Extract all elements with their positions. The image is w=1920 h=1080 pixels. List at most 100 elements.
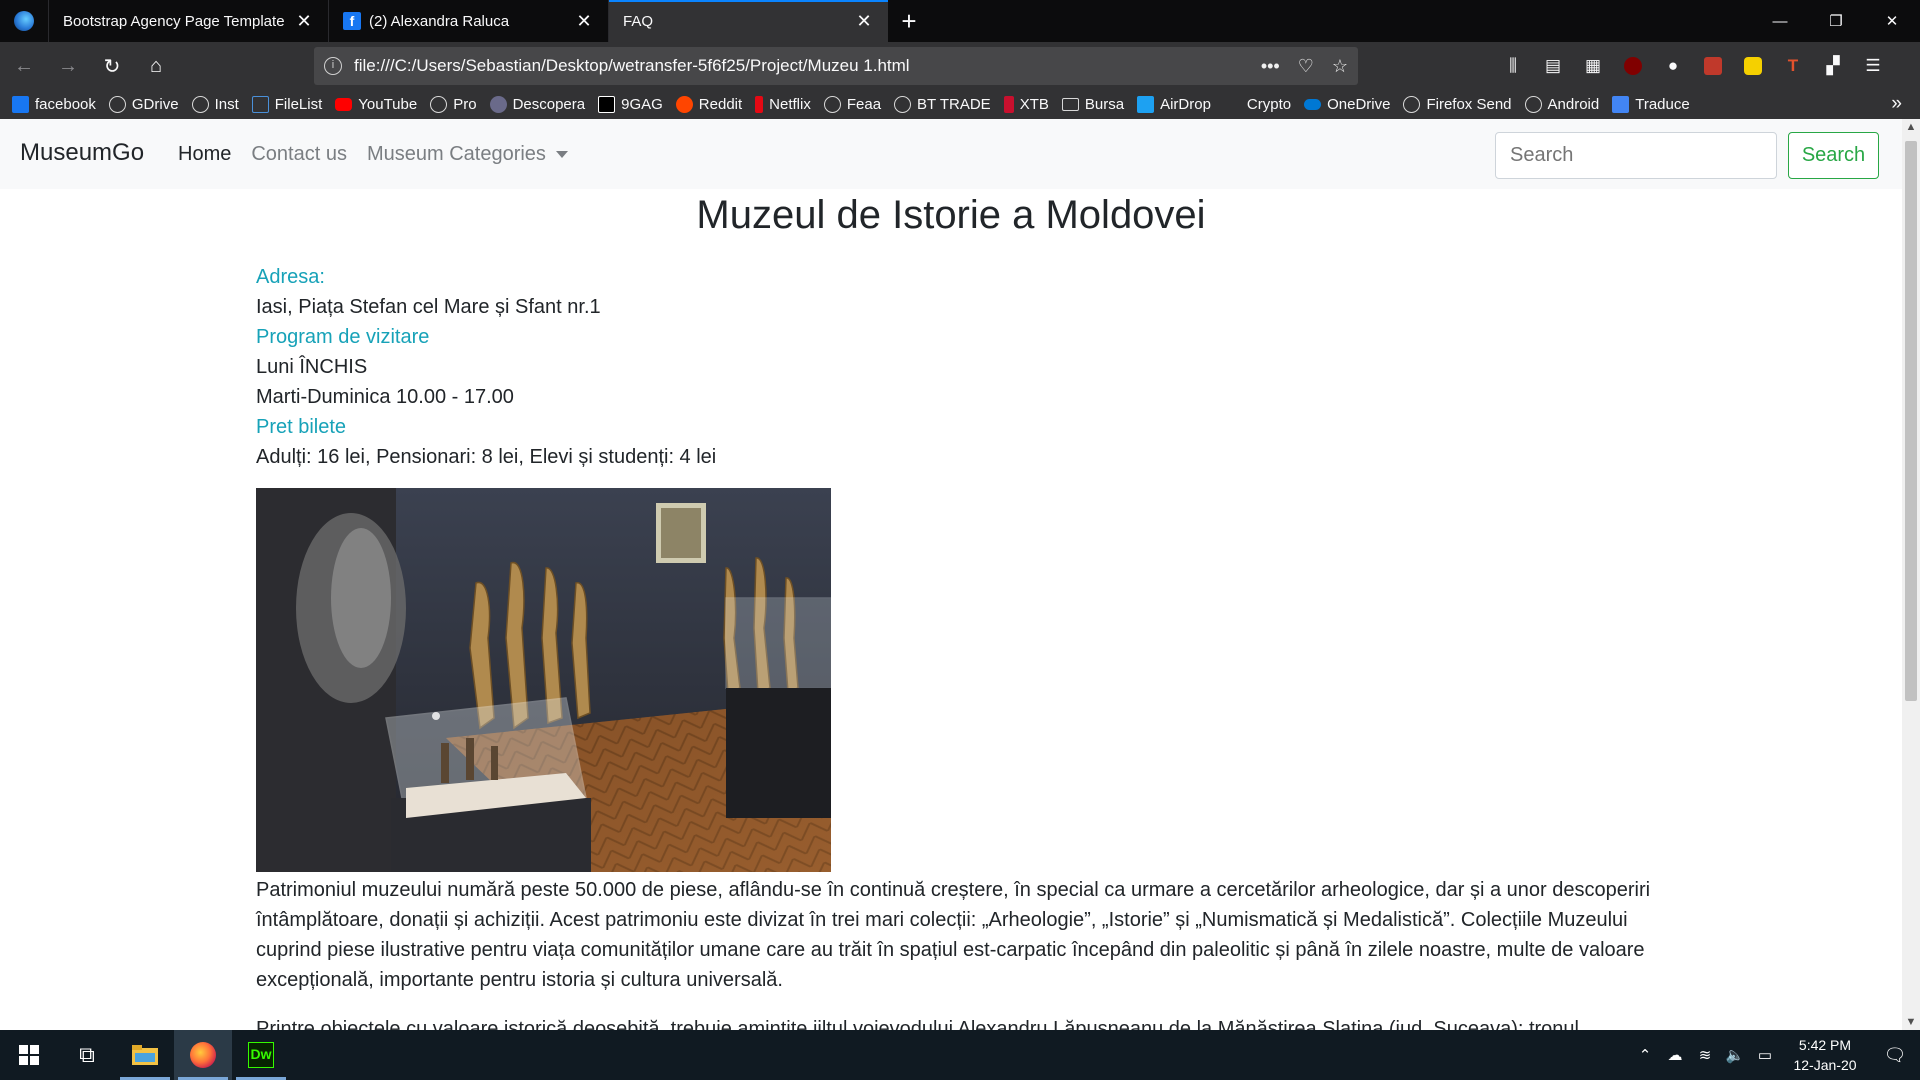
chevron-more-icon[interactable]: » [1891, 93, 1902, 115]
bookmark-airdrop[interactable]: AirDrop [1137, 96, 1211, 113]
page-actions-icon[interactable]: ••• [1261, 56, 1280, 77]
bookmark-android[interactable]: Android [1524, 96, 1599, 113]
library-icon[interactable]: ⫼ [1500, 53, 1526, 79]
airdrop-icon [1137, 96, 1155, 113]
translate-icon [1612, 96, 1630, 113]
museum-info: Adresa: Iasi, Piața Stefan cel Mare și S… [256, 262, 716, 472]
browser-tab-facebook[interactable]: f (2) Alexandra Raluca ✕ [328, 0, 608, 42]
browser-toolbar: ← → ↻ ⌂ i file:///C:/Users/Sebastian/Des… [0, 42, 1920, 90]
chevron-up-icon[interactable]: ⌃ [1630, 1046, 1660, 1064]
globe-icon [430, 96, 448, 113]
bookmark-netflix[interactable]: Netflix [755, 96, 811, 113]
nav-categories-dropdown[interactable]: Museum Categories [367, 143, 568, 166]
new-tab-button[interactable]: + [888, 0, 930, 42]
bookmark-pro[interactable]: Pro [430, 96, 477, 113]
clock[interactable]: 5:42 PM 12-Jan-20 [1780, 1035, 1870, 1075]
bookmark-inst[interactable]: Inst [191, 96, 239, 113]
onedrive-icon [1304, 99, 1322, 110]
bookmark-feaa[interactable]: Feaa [823, 96, 881, 113]
wifi-icon[interactable]: ≋ [1690, 1046, 1720, 1064]
volume-icon[interactable]: 🔈 [1720, 1046, 1750, 1064]
home-icon[interactable]: ⌂ [136, 46, 176, 86]
forward-icon[interactable]: → [48, 46, 88, 86]
caret-down-icon [555, 151, 568, 159]
bookmark-gdrive[interactable]: GDrive [108, 96, 179, 113]
schedule-label: Program de vizitare [256, 326, 430, 348]
bookmark-reddit[interactable]: Reddit [675, 96, 742, 113]
notification-icon[interactable]: 🗨 [1870, 1045, 1920, 1066]
price-label: Pret bilete [256, 416, 347, 438]
museum-description-2: Printre obiectele cu valoare istorică de… [256, 1018, 1579, 1030]
facebook-icon [12, 96, 29, 113]
bookmark-xtb[interactable]: XTB [1003, 96, 1049, 113]
firefox-icon [0, 0, 48, 42]
nav-categories-label: Museum Categories [366, 143, 546, 165]
reload-icon[interactable]: ↻ [92, 46, 132, 86]
dreamweaver-icon[interactable]: Dw [232, 1030, 290, 1080]
url-bar[interactable]: i file:///C:/Users/Sebastian/Desktop/wet… [314, 47, 1358, 85]
clock-time: 5:42 PM [1798, 1037, 1852, 1053]
descopera-icon [489, 96, 507, 113]
back-icon[interactable]: ← [4, 46, 44, 86]
close-window-icon[interactable]: ✕ [1864, 0, 1920, 42]
bookmark-bursa[interactable]: Bursa [1061, 96, 1124, 113]
extension-yellow-icon[interactable] [1740, 53, 1766, 79]
page-scrollbar[interactable]: ▲ ▼ [1902, 119, 1920, 1030]
scroll-down-icon[interactable]: ▼ [1902, 1016, 1920, 1028]
page-viewport: MuseumGo Home Contact us Museum Categori… [0, 119, 1902, 1030]
browser-tab-bar: Bootstrap Agency Page Template ✕ f (2) A… [0, 0, 1920, 42]
onedrive-tray-icon[interactable]: ☁ [1660, 1046, 1690, 1064]
bookmark-filelist[interactable]: FileList [251, 96, 322, 113]
task-view-icon[interactable]: ⧉ [58, 1030, 116, 1080]
bookmark-onedrive[interactable]: OneDrive [1304, 96, 1390, 113]
bookmark-youtube[interactable]: YouTube [335, 96, 417, 113]
clock-date: 12-Jan-20 [1793, 1057, 1857, 1073]
bookmark-9gag[interactable]: 9GAG [598, 96, 663, 113]
bookmark-facebook[interactable]: facebook [12, 96, 96, 113]
globe-icon [1524, 96, 1542, 113]
bookmark-descopera[interactable]: Descopera [489, 96, 585, 113]
site-brand[interactable]: MuseumGo [20, 139, 144, 167]
tab-grid-icon[interactable]: ▦ [1580, 53, 1606, 79]
bookmark-bt-trade[interactable]: BT TRADE [894, 96, 991, 113]
extensions-icon[interactable]: ▞ [1820, 53, 1846, 79]
browser-tab-bootstrap[interactable]: Bootstrap Agency Page Template ✕ [48, 0, 328, 42]
menu-icon[interactable]: ☰ [1860, 53, 1886, 79]
search-input[interactable] [1495, 132, 1777, 179]
scroll-up-icon[interactable]: ▲ [1902, 121, 1920, 133]
windows-start-icon[interactable] [0, 1030, 58, 1080]
close-icon[interactable]: ✕ [854, 11, 874, 32]
bookmark-star-icon[interactable]: ☆ [1332, 56, 1348, 77]
nav-contact[interactable]: Contact us [251, 143, 347, 166]
restore-icon[interactable]: ❐ [1808, 0, 1864, 42]
window-controls: — ❐ ✕ [1752, 0, 1920, 42]
filelist-icon [251, 96, 269, 113]
browser-tab-faq[interactable]: FAQ ✕ [608, 0, 888, 42]
page-title: Muzeul de Istorie a Moldovei [696, 193, 1206, 237]
sidebar-icon[interactable]: ▤ [1540, 53, 1566, 79]
close-icon[interactable]: ✕ [574, 11, 594, 32]
pocket-icon[interactable]: ♡ [1298, 56, 1314, 77]
bookmarks-bar: facebook GDrive Inst FileList YouTube Pr… [0, 90, 1920, 119]
bookmark-firefox-send[interactable]: Firefox Send [1403, 96, 1512, 113]
firefox-taskbar-icon[interactable] [174, 1030, 232, 1080]
bookmark-traduce[interactable]: Traduce [1612, 96, 1690, 113]
battery-icon[interactable]: ▭ [1750, 1046, 1780, 1064]
info-icon[interactable]: i [324, 57, 342, 75]
account-icon[interactable]: ● [1660, 53, 1686, 79]
globe-icon [108, 96, 126, 113]
url-text[interactable]: file:///C:/Users/Sebastian/Desktop/wetra… [354, 56, 1261, 76]
toolbar-extensions: ⫼ ▤ ▦ ● T ▞ ☰ [1500, 42, 1886, 90]
ublock-icon[interactable] [1620, 53, 1646, 79]
schedule-week: Marti-Duminica 10.00 - 17.00 [256, 386, 514, 408]
close-icon[interactable]: ✕ [294, 11, 314, 32]
minimize-icon[interactable]: — [1752, 0, 1808, 42]
file-explorer-icon[interactable] [116, 1030, 174, 1080]
tab-title: FAQ [623, 12, 654, 30]
extension-t-icon[interactable]: T [1780, 53, 1806, 79]
extension-blocker-icon[interactable] [1700, 53, 1726, 79]
scrollbar-thumb[interactable] [1905, 141, 1917, 701]
search-button[interactable]: Search [1788, 132, 1879, 179]
nav-home[interactable]: Home [178, 143, 231, 166]
bookmark-crypto[interactable]: Crypto [1224, 96, 1291, 113]
